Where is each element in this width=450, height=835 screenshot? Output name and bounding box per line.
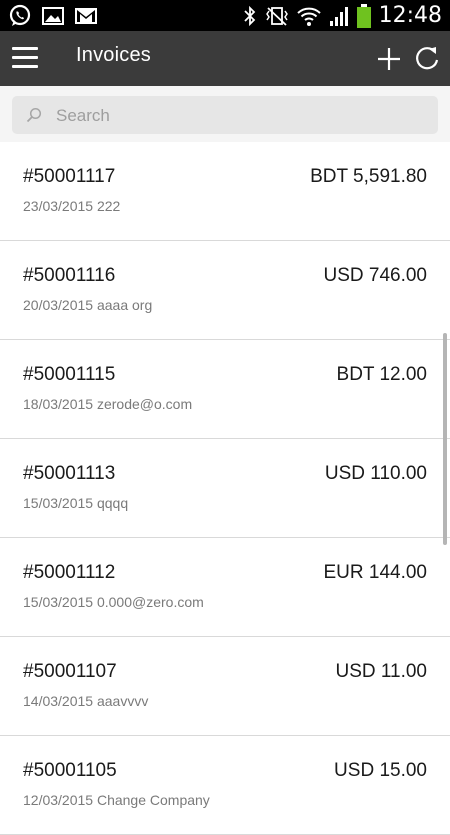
invoice-date-client: 12/03/2015 Change Company [23, 792, 210, 808]
status-bar: 12:48 [0, 0, 450, 31]
gmail-icon [75, 8, 97, 24]
bluetooth-icon [243, 5, 255, 26]
invoice-number: #50001115 [23, 364, 116, 385]
search-icon [26, 107, 42, 123]
invoice-row[interactable]: #50001105 USD 15.00 12/03/2015 Change Co… [0, 736, 450, 835]
invoice-number: #50001112 [23, 562, 116, 583]
search-box[interactable] [12, 96, 438, 134]
status-time: 12:48 [378, 3, 442, 28]
invoice-amount: EUR 144.00 [323, 562, 427, 583]
search-input[interactable] [54, 102, 428, 130]
invoice-number: #50001105 [23, 760, 117, 781]
invoice-list: #50001117 BDT 5,591.80 23/03/2015 222 #5… [0, 142, 450, 835]
invoice-amount: USD 110.00 [324, 463, 427, 484]
invoice-date-client: 20/03/2015 aaaa org [23, 297, 153, 313]
battery-icon [356, 3, 371, 28]
invoice-date-client: 23/03/2015 222 [23, 198, 121, 214]
invoice-number: #50001116 [23, 265, 116, 286]
invoice-row[interactable]: #50001116 USD 746.00 20/03/2015 aaaa org [0, 241, 450, 340]
invoice-amount: USD 15.00 [334, 760, 427, 781]
invoice-row[interactable]: #50001107 USD 11.00 14/03/2015 aaavvvv [0, 637, 450, 736]
whatsapp-icon [9, 4, 31, 26]
invoice-row[interactable]: #50001112 EUR 144.00 15/03/2015 0.000@ze… [0, 538, 450, 637]
invoice-date-client: 15/03/2015 0.000@zero.com [23, 594, 204, 610]
vibrate-mute-icon [265, 6, 288, 26]
invoice-date-client: 18/03/2015 zerode@o.com [23, 396, 193, 412]
invoice-row[interactable]: #50001117 BDT 5,591.80 23/03/2015 222 [0, 142, 450, 241]
wifi-icon [296, 7, 321, 26]
invoice-date-client: 14/03/2015 aaavvvv [23, 693, 149, 709]
add-icon[interactable] [376, 46, 402, 72]
signal-icon [329, 6, 348, 26]
invoice-row[interactable]: #50001113 USD 110.00 15/03/2015 qqqq [0, 439, 450, 538]
list-scrollbar[interactable] [443, 333, 447, 545]
app-bar: Invoices [0, 31, 450, 86]
search-bar [0, 86, 450, 143]
menu-icon[interactable] [12, 47, 38, 69]
invoice-amount: BDT 12.00 [336, 364, 427, 385]
invoice-number: #50001113 [23, 463, 116, 484]
refresh-icon[interactable] [413, 44, 441, 72]
invoice-row[interactable]: #50001115 BDT 12.00 18/03/2015 zerode@o.… [0, 340, 450, 439]
invoice-number: #50001117 [23, 166, 116, 187]
invoice-date-client: 15/03/2015 qqqq [23, 495, 129, 511]
invoice-amount: USD 11.00 [335, 661, 427, 682]
invoice-amount: USD 746.00 [323, 265, 427, 286]
invoice-number: #50001107 [23, 661, 117, 682]
invoice-amount: BDT 5,591.80 [310, 166, 427, 187]
gallery-icon [42, 7, 64, 25]
page-title: Invoices [76, 44, 151, 66]
